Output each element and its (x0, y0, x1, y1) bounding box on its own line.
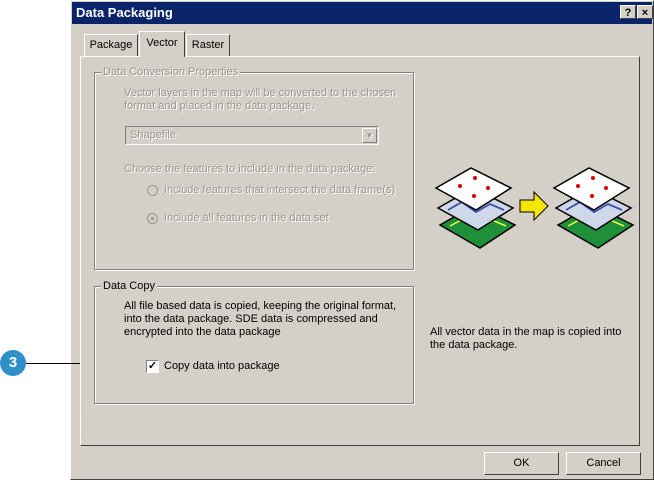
chevron-down-icon[interactable]: ▼ (362, 128, 377, 143)
packaged-layers-icon (552, 167, 635, 249)
conversion-description-line2: format and placed in the data package. (124, 100, 315, 112)
map-layers-conversion-illustration (434, 167, 635, 249)
radio-intersect-label: Include features that intersect the data… (164, 184, 396, 196)
copy-data-checkbox[interactable]: ✓ (146, 360, 159, 373)
cancel-button[interactable]: Cancel (566, 452, 641, 475)
data-conversion-legend: Data Conversion Properties (101, 66, 241, 79)
copy-description-line2: into the data package. SDE data is compr… (124, 313, 378, 325)
close-button[interactable]: × (637, 5, 653, 19)
ok-button[interactable]: OK (484, 452, 559, 475)
tab-package[interactable]: Package (84, 34, 138, 56)
window-title: Data Packaging (76, 5, 173, 20)
help-button[interactable]: ? (620, 5, 636, 19)
tab-raster[interactable]: Raster (186, 34, 230, 56)
step-callout-badge: 3 (0, 350, 26, 376)
copy-data-checkbox-label[interactable]: Copy data into package (164, 360, 280, 373)
title-bar[interactable]: Data Packaging ? × (72, 2, 653, 24)
copy-side-note-line1: All vector data in the map is copied int… (430, 326, 622, 338)
radio-all-features-label: Include all features in the data set (164, 212, 329, 224)
format-dropdown-value: Shapefile (130, 129, 176, 141)
copy-description-line3: encrypted into the data package (124, 326, 281, 338)
arrow-icon (519, 190, 549, 222)
features-prompt: Choose the features to include in the da… (124, 163, 376, 175)
tab-vector[interactable]: Vector (139, 31, 185, 57)
format-dropdown[interactable]: Shapefile ▼ (125, 126, 379, 145)
conversion-description-line1: Vector layers in the map will be convert… (124, 87, 397, 99)
copy-side-note-line2: the data package. (430, 339, 518, 351)
radio-intersect[interactable] (147, 185, 158, 196)
radio-all-features[interactable] (147, 213, 158, 224)
copy-description-line1: All file based data is copied, keeping t… (124, 300, 397, 312)
data-copy-legend: Data Copy (101, 280, 157, 293)
source-layers-icon (434, 167, 517, 249)
